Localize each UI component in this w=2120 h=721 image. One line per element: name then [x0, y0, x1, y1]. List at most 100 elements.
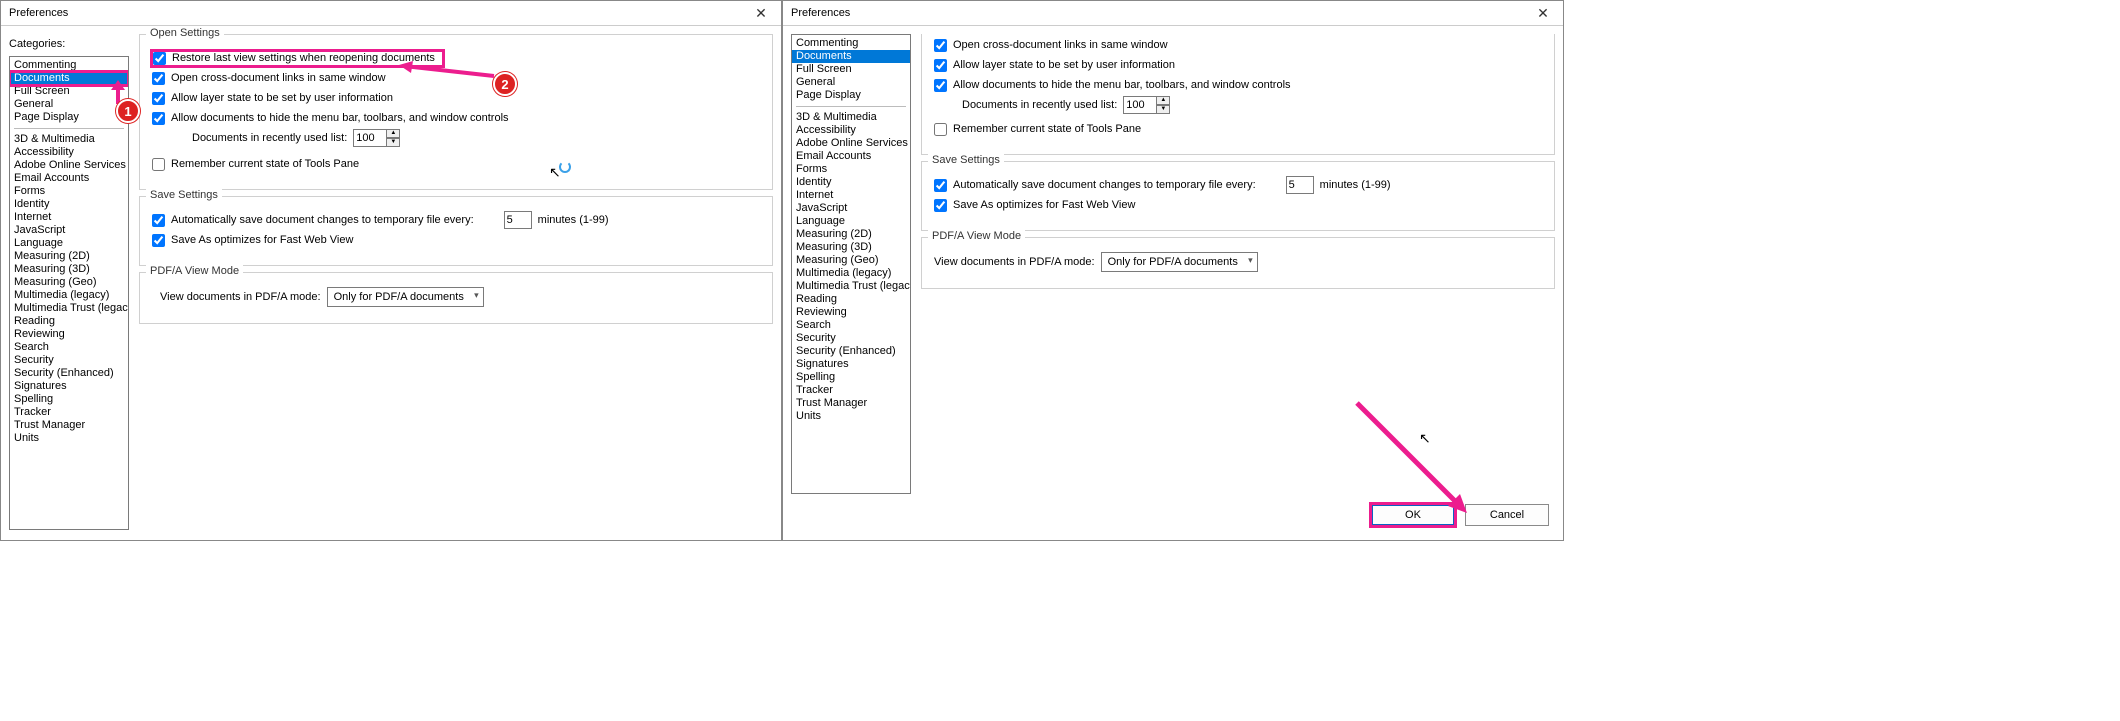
category-item-commenting[interactable]: Commenting [10, 59, 128, 72]
category-item-security-enhanced-[interactable]: Security (Enhanced) [10, 367, 128, 380]
spinner-down-icon[interactable]: ▼ [386, 138, 400, 147]
category-item-search[interactable]: Search [10, 341, 128, 354]
hidemenu-checkbox[interactable] [152, 112, 165, 125]
crosslinks-checkbox[interactable] [934, 39, 947, 52]
category-item-measuring-geo-[interactable]: Measuring (Geo) [792, 254, 910, 267]
category-item-units[interactable]: Units [792, 410, 910, 423]
category-item-units[interactable]: Units [10, 432, 128, 445]
category-item-full-screen[interactable]: Full Screen [10, 85, 128, 98]
category-item-adobe-online-services[interactable]: Adobe Online Services [792, 137, 910, 150]
autosave-checkbox-row[interactable]: Automatically save document changes to t… [934, 179, 1256, 192]
category-item-security-enhanced-[interactable]: Security (Enhanced) [792, 345, 910, 358]
category-item-measuring-2d-[interactable]: Measuring (2D) [792, 228, 910, 241]
category-item-multimedia-legacy-[interactable]: Multimedia (legacy) [10, 289, 128, 302]
layer-checkbox[interactable] [152, 92, 165, 105]
category-item-multimedia-trust-legacy-[interactable]: Multimedia Trust (legacy) [10, 302, 128, 315]
remember-tools-checkbox-row[interactable]: Remember current state of Tools Pane [934, 123, 1141, 136]
close-icon[interactable]: ✕ [741, 1, 781, 26]
category-item-reading[interactable]: Reading [10, 315, 128, 328]
category-item-signatures[interactable]: Signatures [792, 358, 910, 371]
layer-checkbox-row[interactable]: Allow layer state to be set by user info… [934, 59, 1175, 72]
pdfa-select[interactable]: Only for PDF/A documents [1101, 252, 1258, 272]
category-item-multimedia-trust-legacy-[interactable]: Multimedia Trust (legacy) [792, 280, 910, 293]
spinner-down-icon[interactable]: ▼ [1156, 105, 1170, 114]
category-item-commenting[interactable]: Commenting [792, 37, 910, 50]
ok-button[interactable]: OK [1371, 504, 1455, 526]
fastweb-checkbox[interactable] [934, 199, 947, 212]
recent-docs-input[interactable] [1123, 96, 1157, 114]
spinner-up-icon[interactable]: ▲ [386, 129, 400, 138]
category-item-forms[interactable]: Forms [792, 163, 910, 176]
category-item-search[interactable]: Search [792, 319, 910, 332]
layer-checkbox-row[interactable]: Allow layer state to be set by user info… [152, 92, 393, 105]
autosave-minutes-input[interactable] [1286, 176, 1314, 194]
spinner-up-icon[interactable]: ▲ [1156, 96, 1170, 105]
category-item-accessibility[interactable]: Accessibility [10, 146, 128, 159]
crosslinks-checkbox-row[interactable]: Open cross-document links in same window [934, 39, 1168, 52]
category-item-general[interactable]: General [10, 98, 128, 111]
recent-docs-spinner[interactable]: ▲▼ [1123, 96, 1170, 114]
fastweb-checkbox-row[interactable]: Save As optimizes for Fast Web View [152, 234, 353, 247]
category-item-javascript[interactable]: JavaScript [792, 202, 910, 215]
category-item-general[interactable]: General [792, 76, 910, 89]
fastweb-checkbox-row[interactable]: Save As optimizes for Fast Web View [934, 199, 1135, 212]
category-item-spelling[interactable]: Spelling [792, 371, 910, 384]
category-item-identity[interactable]: Identity [10, 198, 128, 211]
close-icon[interactable]: ✕ [1523, 1, 1563, 26]
categories-list[interactable]: CommentingDocumentsFull ScreenGeneralPag… [9, 56, 129, 530]
restore-view-checkbox-row[interactable]: Restore last view settings when reopenin… [152, 51, 443, 66]
autosave-minutes-input[interactable] [504, 211, 532, 229]
category-item-email-accounts[interactable]: Email Accounts [792, 150, 910, 163]
category-item-internet[interactable]: Internet [792, 189, 910, 202]
category-item-reading[interactable]: Reading [792, 293, 910, 306]
category-item-reviewing[interactable]: Reviewing [792, 306, 910, 319]
category-item-measuring-3d-[interactable]: Measuring (3D) [10, 263, 128, 276]
category-item-measuring-2d-[interactable]: Measuring (2D) [10, 250, 128, 263]
category-item-documents[interactable]: Documents [792, 50, 910, 63]
category-item-full-screen[interactable]: Full Screen [792, 63, 910, 76]
hidemenu-checkbox-row[interactable]: Allow documents to hide the menu bar, to… [934, 79, 1291, 92]
hidemenu-checkbox-row[interactable]: Allow documents to hide the menu bar, to… [152, 112, 509, 125]
pdfa-select-wrap[interactable]: Only for PDF/A documents [327, 287, 484, 307]
category-item-spelling[interactable]: Spelling [10, 393, 128, 406]
category-item-internet[interactable]: Internet [10, 211, 128, 224]
categories-list[interactable]: CommentingDocumentsFull ScreenGeneralPag… [791, 34, 911, 494]
category-item-accessibility[interactable]: Accessibility [792, 124, 910, 137]
category-item-forms[interactable]: Forms [10, 185, 128, 198]
recent-docs-spinner[interactable]: ▲▼ [353, 129, 400, 147]
category-item-language[interactable]: Language [10, 237, 128, 250]
category-item-page-display[interactable]: Page Display [10, 111, 128, 124]
category-item-language[interactable]: Language [792, 215, 910, 228]
remember-tools-checkbox[interactable] [152, 158, 165, 171]
autosave-checkbox[interactable] [934, 179, 947, 192]
restore-view-checkbox[interactable] [153, 52, 166, 65]
category-item-email-accounts[interactable]: Email Accounts [10, 172, 128, 185]
category-item-signatures[interactable]: Signatures [10, 380, 128, 393]
category-item-security[interactable]: Security [10, 354, 128, 367]
crosslinks-checkbox[interactable] [152, 72, 165, 85]
category-item-page-display[interactable]: Page Display [792, 89, 910, 102]
remember-tools-checkbox-row[interactable]: Remember current state of Tools Pane [152, 158, 359, 171]
autosave-checkbox-row[interactable]: Automatically save document changes to t… [152, 214, 474, 227]
pdfa-select-wrap[interactable]: Only for PDF/A documents [1101, 252, 1258, 272]
category-item-reviewing[interactable]: Reviewing [10, 328, 128, 341]
category-item-3d-multimedia[interactable]: 3D & Multimedia [792, 111, 910, 124]
autosave-checkbox[interactable] [152, 214, 165, 227]
category-item-documents[interactable]: Documents [10, 72, 128, 85]
recent-docs-input[interactable] [353, 129, 387, 147]
crosslinks-checkbox-row[interactable]: Open cross-document links in same window [152, 72, 386, 85]
category-item-measuring-geo-[interactable]: Measuring (Geo) [10, 276, 128, 289]
category-item-security[interactable]: Security [792, 332, 910, 345]
category-item-multimedia-legacy-[interactable]: Multimedia (legacy) [792, 267, 910, 280]
category-item-trust-manager[interactable]: Trust Manager [10, 419, 128, 432]
category-item-adobe-online-services[interactable]: Adobe Online Services [10, 159, 128, 172]
remember-tools-checkbox[interactable] [934, 123, 947, 136]
pdfa-select[interactable]: Only for PDF/A documents [327, 287, 484, 307]
category-item-javascript[interactable]: JavaScript [10, 224, 128, 237]
category-item-measuring-3d-[interactable]: Measuring (3D) [792, 241, 910, 254]
category-item-tracker[interactable]: Tracker [10, 406, 128, 419]
fastweb-checkbox[interactable] [152, 234, 165, 247]
category-item-trust-manager[interactable]: Trust Manager [792, 397, 910, 410]
cancel-button[interactable]: Cancel [1465, 504, 1549, 526]
layer-checkbox[interactable] [934, 59, 947, 72]
